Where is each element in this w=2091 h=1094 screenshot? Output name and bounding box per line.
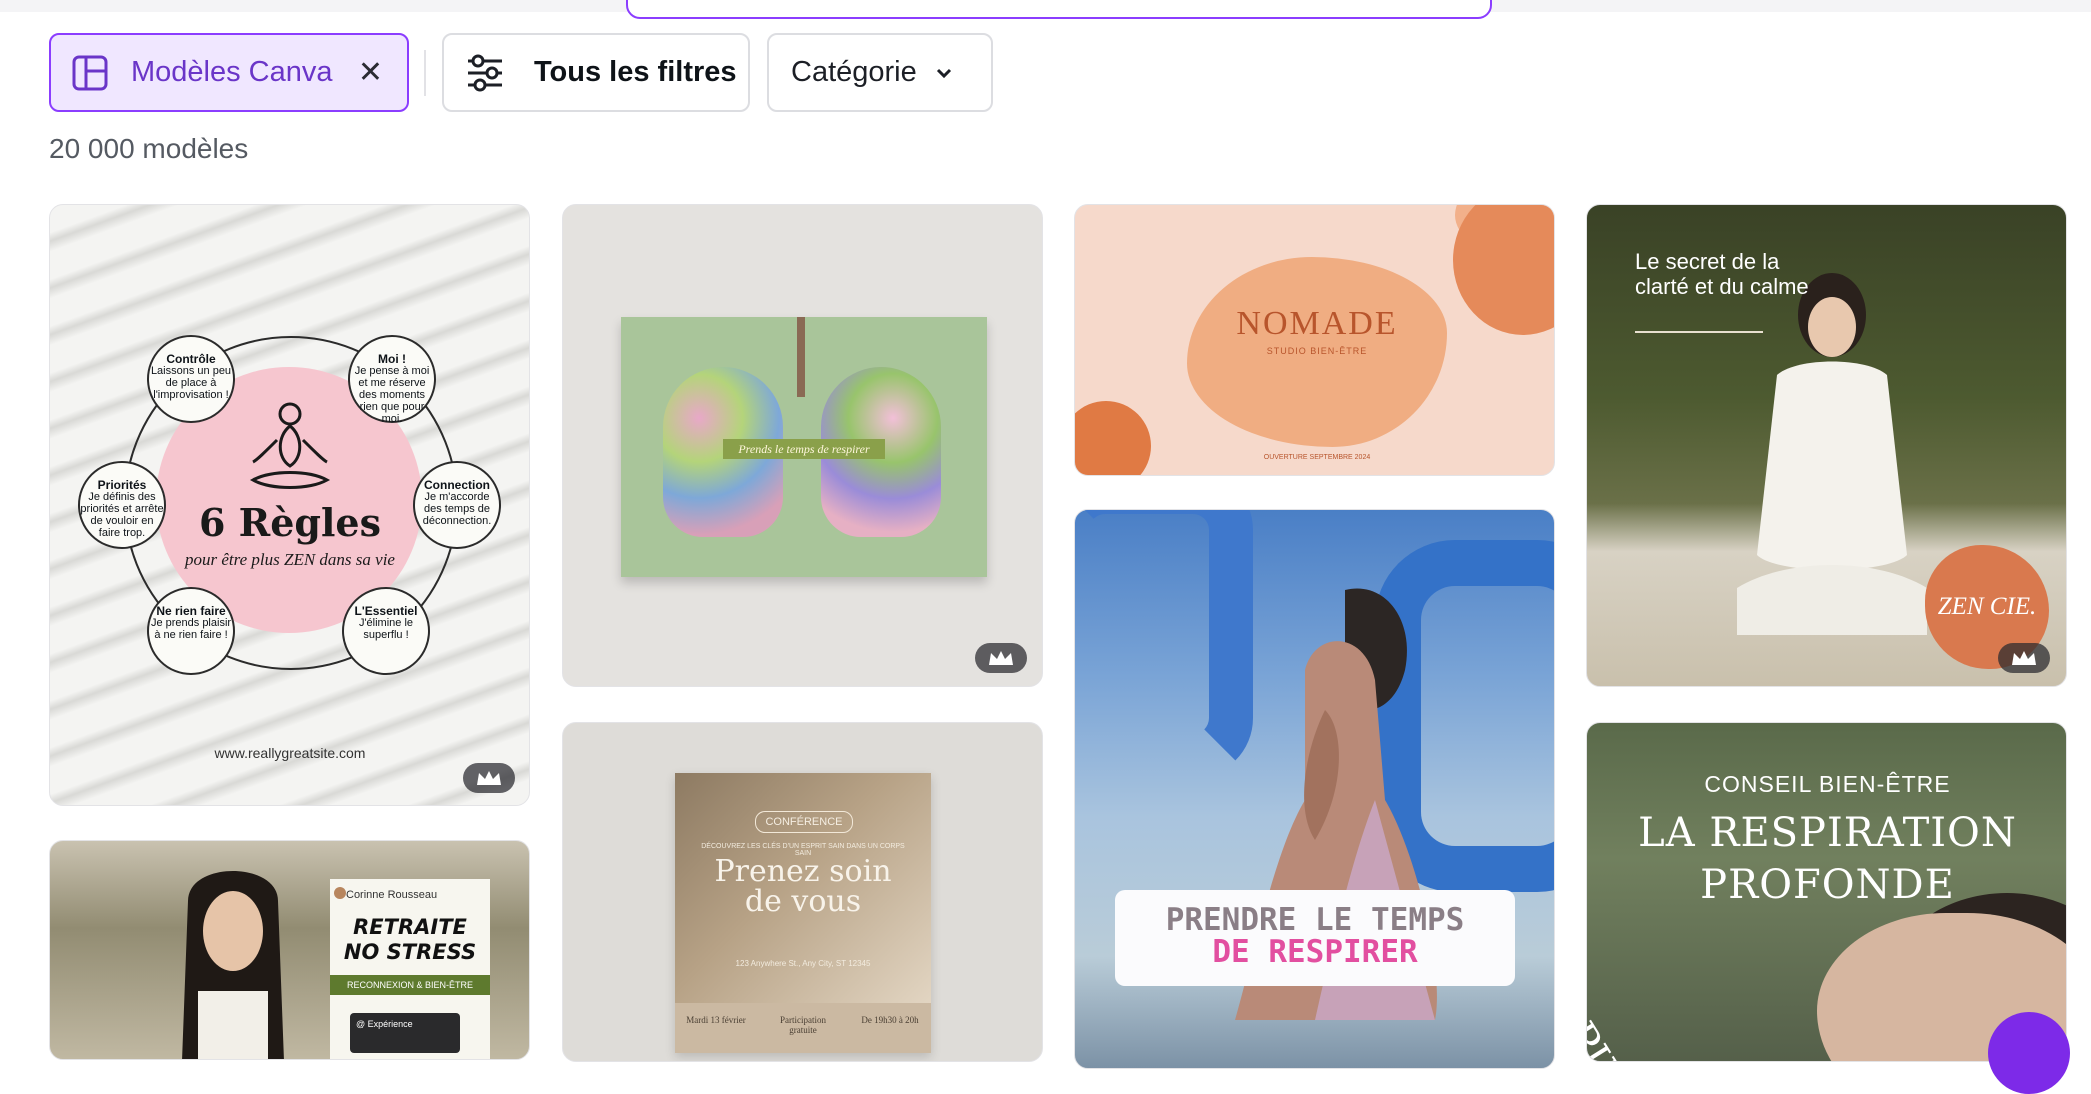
all-filters-button[interactable]: Tous les filtres	[442, 33, 750, 112]
card-kicker: CONSEIL BIEN-ÊTRE	[1704, 771, 1951, 797]
category-label: Catégorie	[791, 56, 917, 88]
template-card-nomade[interactable]: NOMADE STUDIO BIEN-ÊTRE OUVERTURE SEPTEM…	[1074, 204, 1555, 476]
template-card-respirer[interactable]: PRENDRE LE TEMPS DE RESPIRER	[1074, 509, 1555, 1069]
crown-icon	[989, 651, 1013, 665]
card-headline: Le secret de la clarté et du calme	[1635, 249, 1809, 299]
template-card-retraite[interactable]: Corinne Rousseau RETRAITE NO STRESS RECON…	[49, 840, 530, 1060]
card-tag: RECONNEXION & BIEN-ÊTRE	[330, 975, 490, 995]
poster-title: Prenez soin de vous	[714, 854, 892, 919]
opening-date: OUVERTURE SEPTEMBRE 2024	[1263, 454, 1371, 461]
meditation-icon	[249, 402, 331, 489]
sliders-icon	[468, 54, 502, 91]
template-icon	[72, 55, 108, 90]
caption-line-1: PRENDRE LE TEMPS	[1165, 902, 1465, 938]
result-count: 20 000 modèles	[49, 133, 249, 164]
template-card-6-regles[interactable]: Contrôle Laissons un peu de place à l'imp…	[49, 204, 530, 806]
card-title: 6 Règles	[198, 500, 381, 545]
crown-icon	[477, 771, 501, 785]
brand-tagline: STUDIO BIEN-ÊTRE	[1266, 346, 1368, 356]
premium-badge	[463, 763, 515, 793]
template-card-lungs[interactable]: Prends le temps de respirer	[562, 204, 1043, 687]
author-name: Corinne Rousseau	[346, 889, 438, 901]
bubble-moi: Moi ! Je pense à moi et me réserve des mo…	[348, 335, 436, 425]
lungs-photo: Prends le temps de respirer	[621, 317, 987, 577]
category-dropdown[interactable]: Catégorie	[767, 33, 993, 112]
poster-time: De 19h30 à 20h	[861, 1015, 919, 1025]
poster-address: 123 Anywhere St., Any City, ST 12345	[735, 959, 871, 968]
template-card-conference[interactable]: CONFÉRENCE DÉCOUVREZ LES CLÉS D'UN ESPRI…	[562, 722, 1043, 1062]
card-note: @ Expérience	[350, 1013, 460, 1053]
brand-name: NOMADE	[1236, 305, 1398, 342]
template-card-respiration-profonde[interactable]: CONSEIL BIEN-ÊTRE LA RESPIRATION PROFONDE…	[1586, 722, 2067, 1062]
template-card-zen-cie[interactable]: Le secret de la clarté et du calme ZEN C…	[1586, 204, 2067, 687]
decor-blob	[1453, 205, 1554, 335]
arc-text: SPIRE	[1586, 991, 1650, 1062]
poster-footer: Mardi 13 février Participation gratuite …	[675, 1015, 931, 1035]
woman-portrait	[182, 871, 284, 1059]
card-title: RETRAITE NO STRESS	[343, 915, 477, 964]
card-url: www.reallygreatsite.com	[214, 745, 366, 761]
chip-separator	[424, 50, 426, 96]
search-bar-edge[interactable]	[626, 0, 1492, 19]
canva-chip-label: Modèles Canva	[131, 56, 333, 88]
close-icon[interactable]: ✕	[358, 55, 383, 90]
bubble-controle: Contrôle Laissons un peu de place à l'imp…	[147, 335, 235, 423]
caption-box: PRENDRE LE TEMPS DE RESPIRER	[1115, 890, 1515, 986]
poster: CONFÉRENCE DÉCOUVREZ LES CLÉS D'UN ESPRI…	[675, 773, 931, 1053]
all-filters-label: Tous les filtres	[534, 56, 737, 88]
card-subtitle: pour être plus ZEN dans sa vie	[185, 550, 395, 569]
meditating-woman	[1737, 273, 1927, 635]
card-band-text: Prends le temps de respirer	[723, 439, 885, 459]
premium-badge	[975, 643, 1027, 673]
decor-leaf	[1075, 401, 1151, 475]
avatar	[334, 887, 346, 899]
canva-templates-chip[interactable]: Modèles Canva ✕	[49, 33, 409, 112]
poster-participation: Participation gratuite	[780, 1015, 826, 1035]
bubble-essentiel: L'Essentiel J'élimine le superflu !	[342, 587, 430, 675]
chevron-down-icon	[936, 68, 951, 78]
poster-date: Mardi 13 février	[686, 1015, 746, 1025]
caption-line-2: DE RESPIRER	[1212, 934, 1418, 970]
bubble-ne-rien-faire: Ne rien faire Je prends plaisir à ne rien…	[147, 587, 235, 675]
branch	[797, 317, 805, 397]
headline-rule	[1635, 331, 1763, 333]
premium-badge	[1998, 643, 2050, 673]
assistant-button[interactable]	[1988, 1012, 2070, 1094]
card-title: LA RESPIRATION PROFONDE	[1638, 810, 2017, 908]
poster-pill: CONFÉRENCE	[755, 811, 853, 833]
crown-icon	[2012, 651, 2036, 665]
